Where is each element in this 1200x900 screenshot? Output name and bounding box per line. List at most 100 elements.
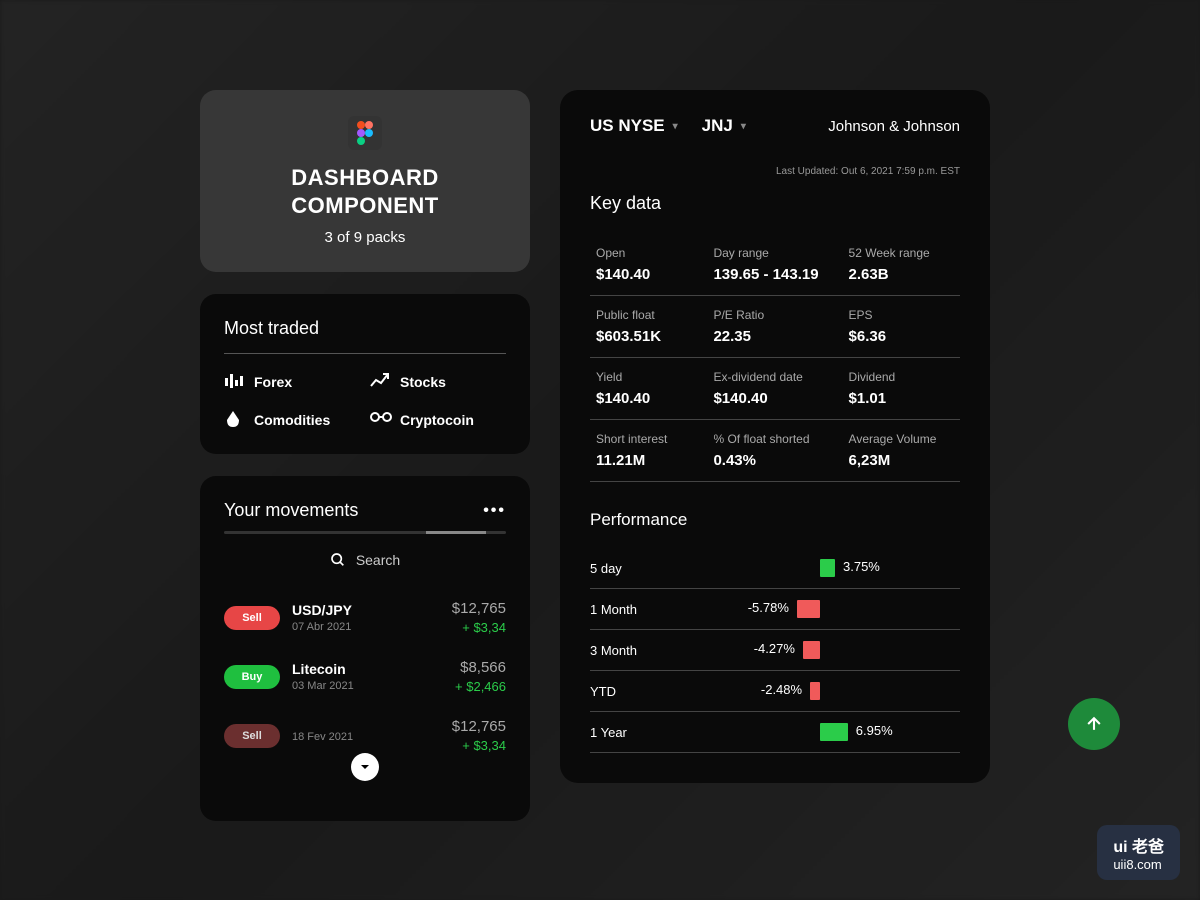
exchange-dropdown[interactable]: US NYSE ▾ — [590, 116, 678, 136]
key-data-card: US NYSE ▾ JNJ ▾ Johnson & Johnson Last U… — [560, 90, 990, 783]
key-value: 22.35 — [713, 328, 836, 345]
watermark: ui 老爸 uii8.com — [1097, 825, 1180, 880]
sell-pill: Sell — [224, 606, 280, 630]
key-value: $1.01 — [849, 390, 954, 407]
movement-row[interactable]: Buy Litecoin 03 Mar 2021 $8,566 + $2,466 — [224, 647, 506, 706]
movement-amount: $12,765 — [452, 600, 506, 617]
key-cell: EPS$6.36 — [843, 296, 960, 358]
key-data-title: Key data — [590, 193, 960, 214]
traded-item-comodities[interactable]: Comodities — [224, 410, 360, 430]
key-value: 2.63B — [849, 266, 954, 283]
performance-row: 1 Month -5.78% — [590, 589, 960, 630]
performance-label: 5 day — [590, 561, 680, 576]
pack-title: DASHBOARDCOMPONENT — [226, 164, 504, 219]
key-cell: Dividend $1.01 — [843, 358, 960, 420]
key-cell: Day range 139.65 - 143.19 — [707, 234, 842, 296]
key-value: $140.40 — [596, 266, 701, 283]
key-value: $603.51K — [596, 328, 701, 345]
forex-icon — [224, 372, 244, 392]
key-label: EPS — [849, 308, 954, 322]
movements-scrollbar[interactable] — [224, 531, 506, 534]
performance-value: -2.48% — [761, 682, 802, 697]
chevron-down-icon: ▾ — [741, 121, 746, 132]
movement-change: + $3,34 — [452, 620, 506, 635]
key-value: 0.43% — [713, 452, 836, 469]
movement-name: Litecoin — [292, 661, 443, 677]
key-cell: % Of float shorted 0.43% — [707, 420, 842, 482]
search-input[interactable]: Search — [224, 552, 506, 568]
more-icon[interactable]: ••• — [483, 502, 506, 520]
search-icon — [330, 552, 346, 568]
key-label: Average Volume — [849, 432, 954, 446]
key-label: Yield — [596, 370, 701, 384]
performance-value: -4.27% — [754, 641, 795, 656]
arrow-up-icon — [1084, 714, 1104, 734]
key-label: P/E Ratio — [713, 308, 836, 322]
movement-change: + $2,466 — [455, 679, 506, 694]
key-label: Ex-dividend date — [713, 370, 836, 384]
performance-bar: 6.95% — [680, 722, 960, 742]
performance-label: 1 Month — [590, 602, 680, 617]
performance-value: -5.78% — [748, 600, 789, 615]
company-name: Johnson & Johnson — [828, 118, 960, 135]
key-label: Day range — [713, 246, 836, 260]
performance-row: 5 day 3.75% — [590, 548, 960, 589]
performance-row: 3 Month-4.27% — [590, 630, 960, 671]
key-value: $140.40 — [596, 390, 701, 407]
performance-bar: -5.78% — [680, 599, 960, 619]
sell-pill: Sell — [224, 724, 280, 748]
chevron-down-icon: ▾ — [673, 121, 678, 132]
key-cell: Short interest 11.21M — [590, 420, 707, 482]
performance-bar: -4.27% — [680, 640, 960, 660]
key-cell: Average Volume 6,23M — [843, 420, 960, 482]
movement-date: 07 Abr 2021 — [292, 621, 440, 633]
traded-item-cryptocoin[interactable]: Cryptocoin — [370, 410, 506, 430]
key-value: 139.65 - 143.19 — [713, 266, 836, 283]
movement-row[interactable]: Sell USD/JPY 07 Abr 2021 $12,765 + $3,34 — [224, 588, 506, 647]
performance-label: YTD — [590, 684, 680, 699]
key-cell: Open $140.40 — [590, 234, 707, 296]
key-label: Public float — [596, 308, 701, 322]
key-label: Short interest — [596, 432, 701, 446]
key-cell: Ex-dividend date$140.40 — [707, 358, 842, 420]
key-cell: 52 Week range 2.63B — [843, 234, 960, 296]
traded-item-stocks[interactable]: Stocks — [370, 372, 506, 392]
key-cell: Yield $140.40 — [590, 358, 707, 420]
pack-subtitle: 3 of 9 packs — [226, 229, 504, 246]
cryptocoin-icon — [370, 410, 390, 430]
key-cell: Public float $603.51K — [590, 296, 707, 358]
movement-date: 18 Fev 2021 — [292, 731, 440, 743]
performance-title: Performance — [590, 510, 960, 530]
buy-pill: Buy — [224, 665, 280, 689]
movements-card: Your movements ••• Search SellUSD/JPY07 … — [200, 476, 530, 821]
most-traded-card: Most traded Forex Stocks Comodities Cryptoc… — [200, 294, 530, 454]
movement-date: 03 Mar 2021 — [292, 680, 443, 692]
movement-name: USD/JPY — [292, 602, 440, 618]
key-value: 11.21M — [596, 452, 701, 469]
performance-bar: 3.75% — [680, 558, 960, 578]
traded-item-forex[interactable]: Forex — [224, 372, 360, 392]
chevron-down-icon — [359, 761, 371, 773]
performance-row: 1 Year 6.95% — [590, 712, 960, 753]
movement-amount: $8,566 — [455, 659, 506, 676]
stocks-icon — [370, 372, 390, 392]
performance-label: 1 Year — [590, 725, 680, 740]
key-label: % Of float shorted — [713, 432, 836, 446]
key-label: Dividend — [849, 370, 954, 384]
performance-value: 3.75% — [843, 559, 880, 574]
key-label: Open — [596, 246, 701, 260]
comodities-icon — [224, 410, 244, 430]
key-value: 6,23M — [849, 452, 954, 469]
performance-bar: -2.48% — [680, 681, 960, 701]
last-updated: Last Updated: Out 6, 2021 7:59 p.m. EST — [590, 166, 960, 177]
expand-button[interactable] — [351, 753, 379, 781]
most-traded-title: Most traded — [224, 318, 506, 339]
key-label: 52 Week range — [849, 246, 954, 260]
scroll-up-button[interactable] — [1068, 698, 1120, 750]
movement-change: + $3,34 — [452, 738, 506, 753]
figma-icon — [348, 116, 382, 150]
ticker-dropdown[interactable]: JNJ ▾ — [702, 116, 746, 136]
key-cell: P/E Ratio 22.35 — [707, 296, 842, 358]
performance-value: 6.95% — [856, 723, 893, 738]
movement-amount: $12,765 — [452, 718, 506, 735]
